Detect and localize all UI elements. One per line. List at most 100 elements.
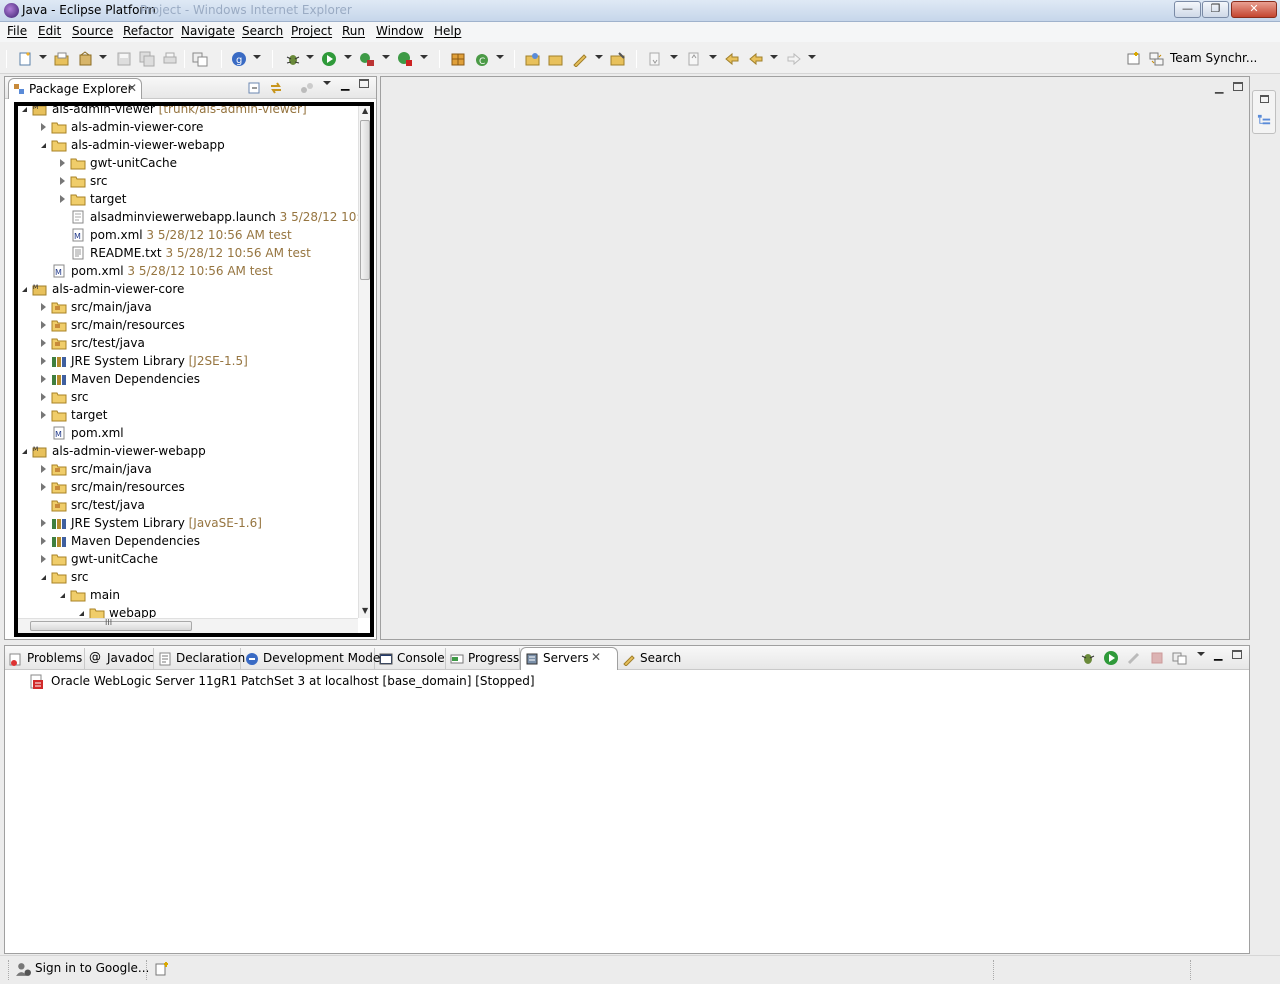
fast-view-icon[interactable] bbox=[154, 961, 170, 977]
collapse-twistie-icon[interactable] bbox=[22, 107, 27, 112]
sign-in-to-google-link[interactable]: Sign in to Google... bbox=[35, 961, 149, 975]
tab-declaration[interactable]: Declaration bbox=[154, 648, 245, 670]
menu-project[interactable]: Project bbox=[291, 24, 332, 38]
collapse-twistie-icon[interactable] bbox=[79, 611, 84, 616]
open-task-icon[interactable] bbox=[548, 51, 564, 67]
start-server-icon[interactable] bbox=[1103, 650, 1119, 666]
search-pencil-icon[interactable] bbox=[572, 51, 588, 67]
tree-item[interactable]: Mpom.xml 3 5/28/12 10:56 AM test bbox=[18, 226, 358, 244]
last-edit-location-icon[interactable] bbox=[724, 51, 740, 67]
menu-refactor[interactable]: Refactor bbox=[123, 24, 173, 38]
tree-item[interactable]: Maven Dependencies bbox=[18, 370, 358, 388]
tree-item[interactable]: alsadminviewerwebapp.launch 3 5/28/12 10… bbox=[18, 208, 358, 226]
new-java-class-dropdown-icon[interactable] bbox=[496, 55, 504, 59]
open-type-icon[interactable] bbox=[525, 51, 541, 67]
print-icon[interactable] bbox=[162, 51, 178, 67]
tree-item[interactable]: src/main/java bbox=[18, 298, 358, 316]
team-synchronizing-icon[interactable] bbox=[1149, 51, 1165, 67]
expand-twistie-icon[interactable] bbox=[41, 303, 46, 311]
menu-navigate[interactable]: Navigate bbox=[181, 24, 235, 38]
google-services-icon[interactable]: g bbox=[231, 51, 247, 67]
tree-horizontal-scrollbar-thumb[interactable]: III bbox=[30, 618, 192, 631]
menu-search[interactable]: Search bbox=[242, 24, 283, 38]
tree-item[interactable]: als-admin-viewer-core bbox=[18, 118, 358, 136]
publish-server-icon[interactable] bbox=[1172, 650, 1188, 666]
run-dropdown-icon[interactable] bbox=[344, 55, 352, 59]
scroll-down-icon[interactable]: ▼ bbox=[362, 606, 368, 615]
tree-item[interactable]: Mals-admin-viewer [trunk/als-admin-viewe… bbox=[18, 106, 358, 118]
minimize-view-icon[interactable]: ▁ bbox=[341, 78, 349, 91]
tree-item[interactable]: Mpom.xml 3 5/28/12 10:56 AM test bbox=[18, 262, 358, 280]
tab-javadoc[interactable]: @ Javadoc bbox=[85, 648, 154, 670]
expand-twistie-icon[interactable] bbox=[41, 411, 46, 419]
tree-item[interactable]: gwt-unitCache bbox=[18, 154, 358, 172]
profile-server-icon[interactable] bbox=[1126, 650, 1142, 666]
expand-twistie-icon[interactable] bbox=[41, 483, 46, 491]
tree-item[interactable]: Mpom.xml bbox=[18, 424, 358, 442]
menu-file[interactable]: File bbox=[7, 24, 27, 38]
menu-help[interactable]: Help bbox=[434, 24, 461, 38]
tree-item[interactable]: src/main/resources bbox=[18, 478, 358, 496]
collapse-all-icon[interactable] bbox=[247, 80, 263, 96]
tab-package-explorer[interactable]: Package Explorer ✕ bbox=[8, 78, 142, 99]
external-tools-dropdown-icon[interactable] bbox=[420, 55, 428, 59]
tab-development-mode[interactable]: Development Mode bbox=[241, 648, 380, 670]
collapse-twistie-icon[interactable] bbox=[41, 143, 46, 148]
minimize-button[interactable]: — bbox=[1174, 1, 1201, 18]
new-java-package-icon[interactable] bbox=[450, 51, 466, 67]
expand-twistie-icon[interactable] bbox=[60, 177, 65, 185]
tab-problems[interactable]: Problems bbox=[5, 648, 85, 670]
tree-item[interactable]: src/test/java bbox=[18, 334, 358, 352]
maximize-view-icon[interactable] bbox=[359, 79, 369, 88]
close-button[interactable]: ✕ bbox=[1231, 1, 1277, 18]
tree-vertical-scrollbar-thumb[interactable] bbox=[360, 120, 370, 280]
tree-item[interactable]: Maven Dependencies bbox=[18, 532, 358, 550]
tree-item[interactable]: webapp bbox=[18, 604, 358, 618]
expand-twistie-icon[interactable] bbox=[60, 195, 65, 203]
expand-twistie-icon[interactable] bbox=[60, 159, 65, 167]
tree-item[interactable]: JRE System Library [J2SE-1.5] bbox=[18, 352, 358, 370]
open-perspective-button-icon[interactable] bbox=[1126, 51, 1142, 67]
start-server-debug-icon[interactable] bbox=[1080, 650, 1096, 666]
tab-console[interactable]: Console bbox=[375, 648, 446, 670]
expand-twistie-icon[interactable] bbox=[41, 465, 46, 473]
servers-view-menu-icon[interactable] bbox=[1197, 652, 1205, 656]
tab-progress[interactable]: Progress bbox=[446, 648, 520, 670]
new-package-icon[interactable] bbox=[78, 51, 94, 67]
new-icon[interactable] bbox=[17, 51, 33, 67]
search-dropdown-icon[interactable] bbox=[595, 55, 603, 59]
editor-minimize-icon[interactable]: ▁ bbox=[1215, 81, 1223, 94]
run-icon[interactable] bbox=[321, 51, 337, 67]
menu-source[interactable]: Source bbox=[72, 24, 113, 38]
back-dropdown-icon[interactable] bbox=[770, 55, 778, 59]
new-package-dropdown-icon[interactable] bbox=[99, 55, 107, 59]
save-icon[interactable] bbox=[116, 51, 132, 67]
scroll-up-icon[interactable]: ▲ bbox=[362, 106, 368, 115]
servers-maximize-icon[interactable] bbox=[1232, 650, 1242, 659]
tree-item[interactable]: Mals-admin-viewer-webapp bbox=[18, 442, 358, 460]
servers-minimize-icon[interactable]: ▁ bbox=[1214, 648, 1222, 661]
outline-icon[interactable] bbox=[1257, 113, 1272, 128]
back-icon[interactable] bbox=[748, 51, 764, 67]
tab-search[interactable]: Search bbox=[618, 648, 682, 670]
tree-item[interactable]: src/test/java bbox=[18, 496, 358, 514]
link-with-editor-icon[interactable] bbox=[268, 80, 284, 96]
tree-item[interactable]: Mals-admin-viewer-core bbox=[18, 280, 358, 298]
collapse-twistie-icon[interactable] bbox=[22, 449, 27, 454]
save-all-icon[interactable] bbox=[139, 51, 155, 67]
tree-item[interactable]: src bbox=[18, 568, 358, 586]
forward-icon[interactable] bbox=[786, 51, 802, 67]
tree-item[interactable]: target bbox=[18, 190, 358, 208]
new-java-project-icon[interactable] bbox=[54, 51, 70, 67]
new-dropdown-icon[interactable] bbox=[39, 55, 47, 59]
tree-item[interactable]: src/main/java bbox=[18, 460, 358, 478]
expand-twistie-icon[interactable] bbox=[41, 123, 46, 131]
menu-run[interactable]: Run bbox=[342, 24, 365, 38]
debug-icon[interactable] bbox=[285, 51, 301, 67]
collapse-twistie-icon[interactable] bbox=[60, 593, 65, 598]
tree-horizontal-scrollbar[interactable]: III bbox=[18, 618, 358, 633]
collapse-twistie-icon[interactable] bbox=[41, 575, 46, 580]
coverage-icon[interactable] bbox=[359, 51, 375, 67]
expand-twistie-icon[interactable] bbox=[41, 339, 46, 347]
expand-twistie-icon[interactable] bbox=[41, 555, 46, 563]
